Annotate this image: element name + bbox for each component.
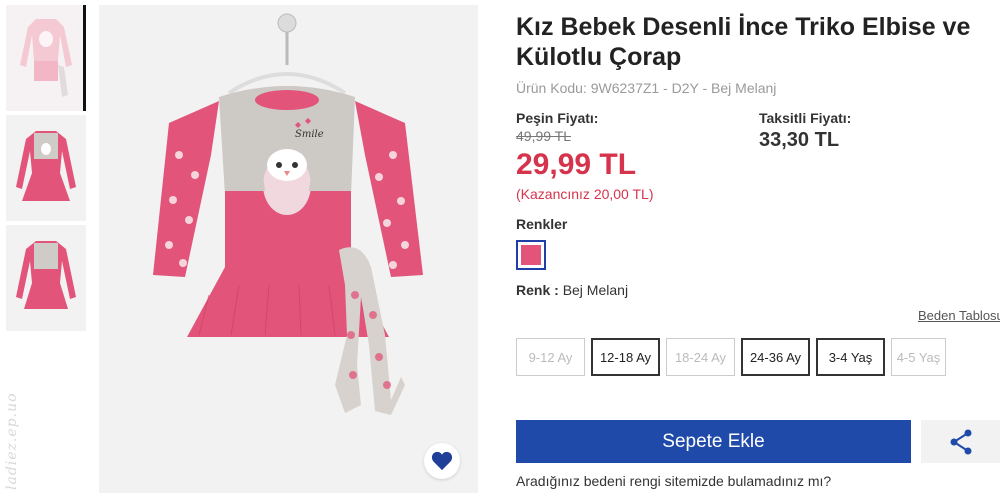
color-value: Bej Melanj	[562, 282, 629, 298]
share-button[interactable]	[921, 420, 1000, 463]
size-not-found-link[interactable]: Aradığınız bedeni rengi sitemizde bulama…	[516, 473, 831, 489]
svg-text:Smile: Smile	[295, 129, 324, 140]
product-code: Ürün Kodu: 9W6237Z1 - D2Y - Bej Melanj	[516, 80, 777, 96]
size-option[interactable]: 12-18 Ay	[591, 338, 660, 376]
saving-text: (Kazancınız 20,00 TL)	[516, 186, 654, 202]
add-to-cart-button[interactable]: Sepete Ekle	[516, 420, 911, 463]
size-options: 9-12 Ay 12-18 Ay 18-24 Ay 24-36 Ay 3-4 Yaş 4-…	[516, 338, 952, 376]
installment-price-column: Taksitli Fiyatı: 33,30 TL	[759, 110, 851, 202]
old-price: 49,99 TL	[516, 128, 572, 144]
color-label: Renk :	[516, 282, 559, 298]
selected-color: Renk : Bej Melanj	[516, 282, 1000, 298]
installment-price-label: Taksitli Fiyatı:	[759, 110, 852, 126]
size-option[interactable]: 3-4 Yaş	[816, 338, 885, 376]
watermark: ladiez.ep.uo	[4, 392, 20, 490]
share-icon	[950, 429, 971, 454]
size-option[interactable]: 24-36 Ay	[741, 338, 810, 376]
current-price: 29,99 TL	[516, 148, 637, 181]
thumbnail-1-image	[6, 5, 83, 111]
cash-price-column: Peşin Fiyatı: 49,99 TL 29,99 TL (Kazancı…	[516, 110, 759, 202]
size-option[interactable]: 4-5 Yaş	[891, 338, 946, 376]
thumbnail-list	[6, 5, 86, 335]
product-title-line-1: Kız Bebek Desenli İnce Triko Elbise ve	[516, 13, 971, 41]
favorite-button[interactable]	[424, 443, 460, 479]
thumbnail-1[interactable]	[6, 5, 86, 111]
size-option[interactable]: 18-24 Ay	[666, 338, 735, 376]
color-swatch-selected[interactable]	[516, 240, 546, 270]
thumbnail-3-image	[6, 225, 86, 331]
cash-price-label: Peşin Fiyatı:	[516, 110, 599, 126]
product-info: Kız Bebek Desenli İnce Triko Elbise ve K…	[516, 12, 1000, 298]
colors-label: Renkler	[516, 216, 568, 232]
thumbnail-3[interactable]	[6, 225, 86, 331]
dress-illustration: Smile	[153, 13, 423, 415]
installment-price: 33,30 TL	[759, 129, 840, 151]
heart-icon	[431, 451, 453, 471]
price-block: Peşin Fiyatı: 49,99 TL 29,99 TL (Kazancı…	[516, 110, 1000, 202]
thumbnail-2-image	[6, 115, 86, 221]
thumbnail-2[interactable]	[6, 115, 86, 221]
product-title-line-2: Külotlu Çorap	[516, 43, 682, 71]
size-option[interactable]: 9-12 Ay	[516, 338, 585, 376]
size-table-link[interactable]: Beden Tablosu	[918, 308, 1000, 323]
main-product-image[interactable]: Smile	[99, 5, 478, 493]
color-swatch-fill	[521, 245, 541, 265]
